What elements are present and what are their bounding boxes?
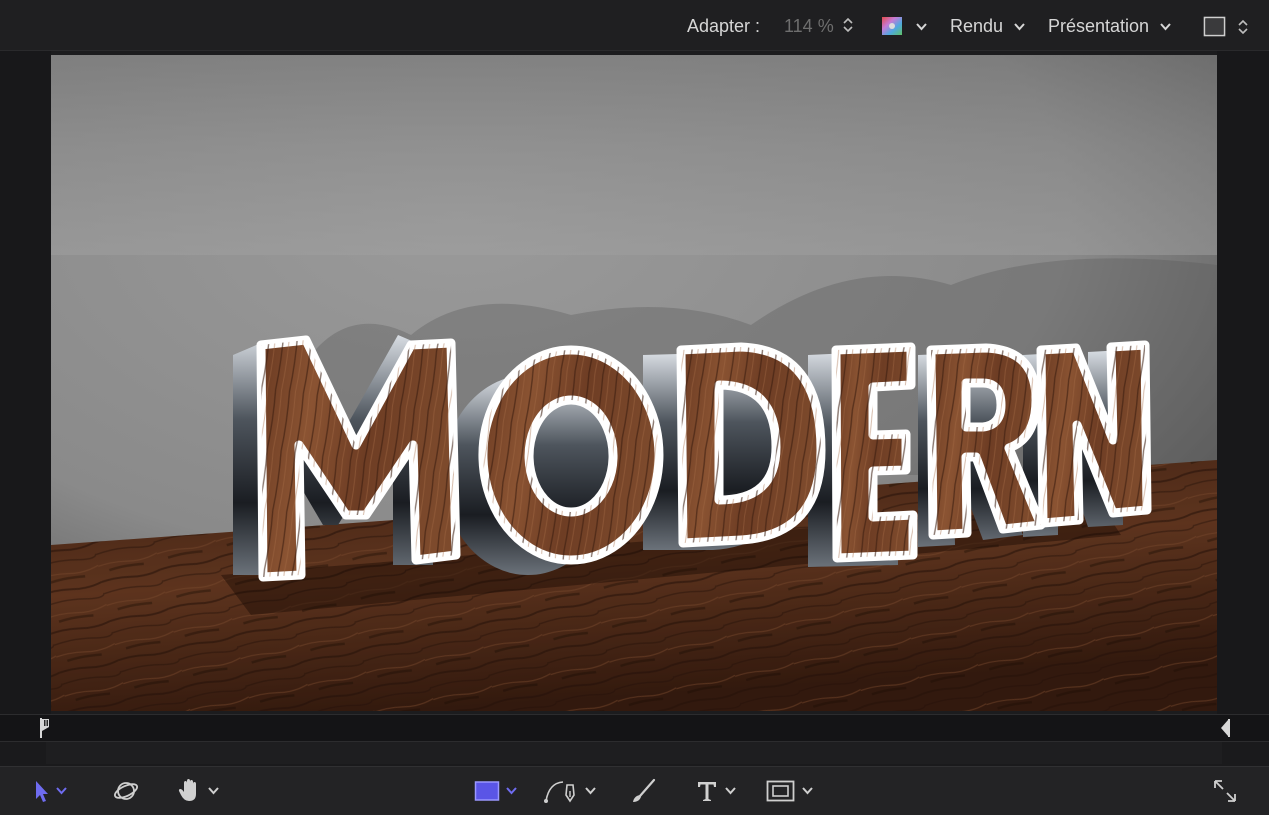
paint-stroke-tool[interactable] bbox=[630, 777, 658, 805]
pan-tool[interactable] bbox=[178, 777, 219, 805]
chevron-down-icon bbox=[725, 787, 736, 795]
up-down-arrows-icon bbox=[1238, 20, 1248, 35]
render-menu-button[interactable]: Rendu bbox=[950, 14, 1025, 38]
canvas-margin-right bbox=[1217, 51, 1269, 714]
orbit-3d-icon bbox=[114, 782, 138, 800]
canvas-header-bar: Adapter : 114 % Rendu Présentation bbox=[0, 0, 1269, 51]
bezier-pen-icon bbox=[544, 781, 575, 803]
mask-rectangle-icon bbox=[766, 780, 795, 802]
3d-text-scene bbox=[51, 55, 1217, 711]
bezier-pen-tool[interactable] bbox=[543, 777, 596, 805]
hand-icon bbox=[178, 779, 196, 801]
mini-timeline[interactable] bbox=[0, 714, 1269, 766]
chevron-down-icon bbox=[56, 787, 67, 795]
expand-arrows-icon bbox=[1214, 780, 1236, 802]
select-transform-tool[interactable] bbox=[34, 777, 67, 805]
render-menu-label: Rendu bbox=[950, 16, 1004, 36]
canvas-viewport[interactable] bbox=[51, 55, 1217, 711]
chevron-down-icon bbox=[1014, 23, 1025, 31]
3d-transform-tool[interactable] bbox=[112, 777, 140, 805]
chevron-down-icon bbox=[585, 787, 596, 795]
view-layout-button[interactable] bbox=[1203, 14, 1248, 38]
channels-color-button[interactable] bbox=[881, 14, 927, 38]
text-tool[interactable] bbox=[695, 777, 736, 805]
chevron-down-icon bbox=[802, 787, 813, 795]
play-range-out-marker-icon[interactable] bbox=[1219, 718, 1231, 738]
play-range-in-marker-icon[interactable] bbox=[37, 716, 51, 740]
up-down-arrows-icon bbox=[843, 17, 853, 33]
presentation-menu-button[interactable]: Présentation bbox=[1048, 14, 1171, 38]
fullscreen-button[interactable] bbox=[1212, 777, 1238, 805]
chevron-down-icon bbox=[208, 787, 219, 795]
zoom-stepper[interactable] bbox=[843, 16, 853, 40]
canvas-area[interactable] bbox=[0, 51, 1269, 714]
timeline-track[interactable] bbox=[46, 742, 1222, 764]
window-layout-icon bbox=[1203, 16, 1226, 37]
timeline-ruler[interactable] bbox=[0, 714, 1269, 742]
canvas-margin-left bbox=[0, 51, 51, 714]
zoom-label: Adapter : bbox=[687, 16, 761, 36]
text-t-icon bbox=[698, 782, 716, 801]
arrow-pointer-icon bbox=[36, 781, 48, 802]
chevron-down-icon bbox=[506, 787, 517, 795]
shape-rectangle-tool[interactable] bbox=[474, 777, 517, 805]
chevron-down-icon bbox=[1160, 23, 1171, 31]
presentation-menu-label: Présentation bbox=[1048, 16, 1150, 36]
chevron-down-icon bbox=[916, 23, 927, 31]
mask-tool[interactable] bbox=[766, 777, 813, 805]
paintbrush-icon bbox=[633, 778, 656, 802]
color-channels-icon bbox=[882, 17, 902, 36]
rectangle-shape-icon bbox=[474, 781, 500, 801]
canvas-toolbar bbox=[0, 766, 1269, 815]
zoom-value-field[interactable]: 114 % bbox=[784, 14, 834, 38]
